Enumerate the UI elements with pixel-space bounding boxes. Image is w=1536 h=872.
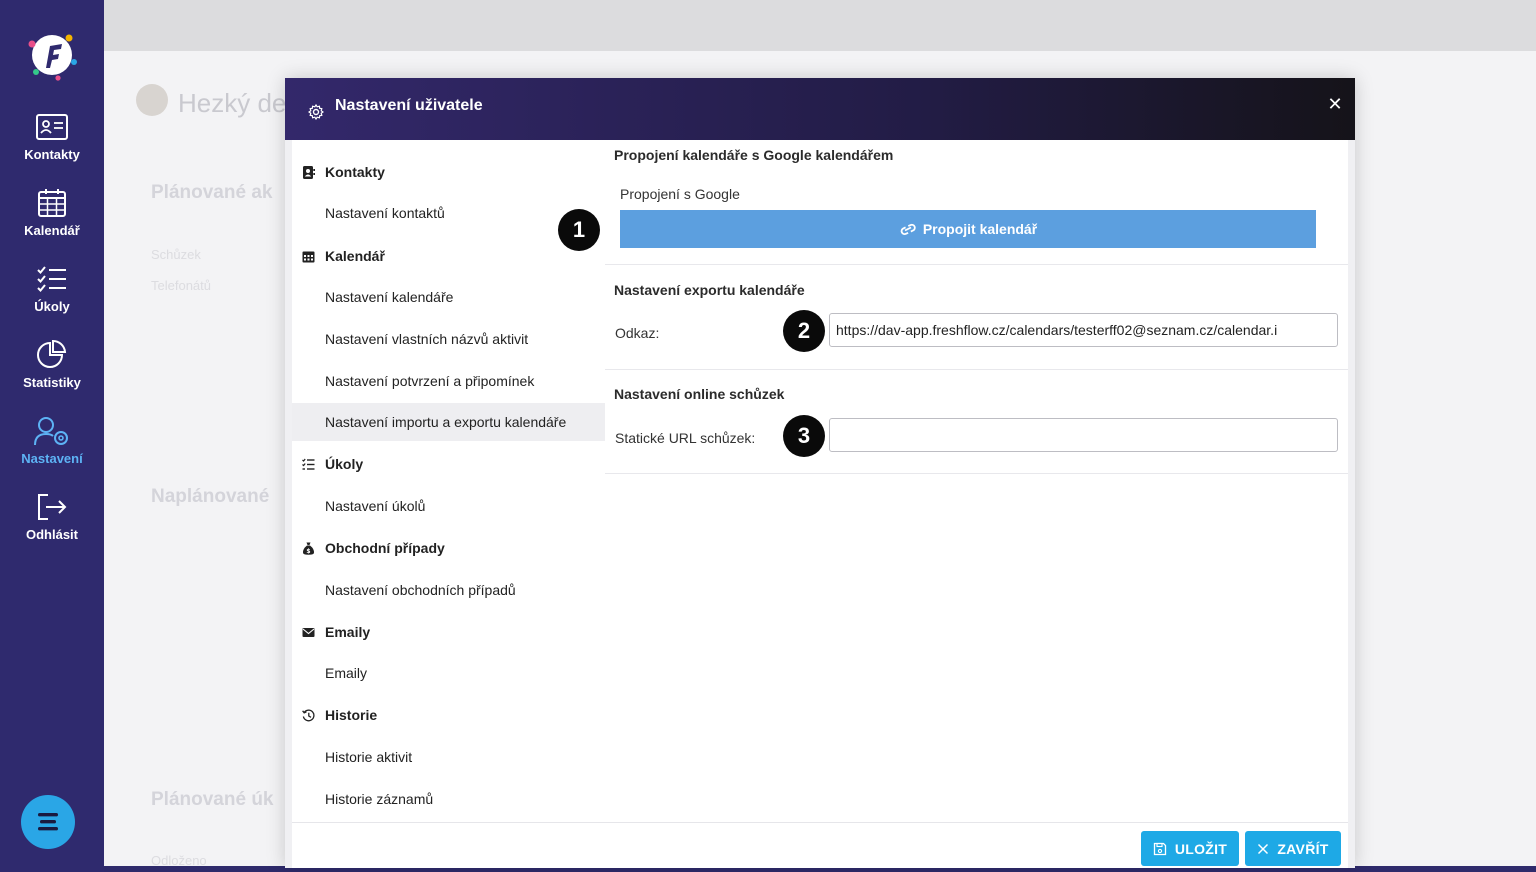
menu-section-deals: $ Obchodní případy (302, 538, 445, 558)
calls-row: Telefonátů (151, 278, 211, 293)
calendar-icon (302, 251, 315, 262)
modal-header: Nastavení uživatele ✕ (285, 78, 1355, 140)
avatar (136, 84, 168, 116)
menu-section-label: Kontakty (325, 164, 385, 180)
export-link-input[interactable] (829, 313, 1338, 347)
menu-item-confirmations-reminders[interactable]: Nastavení potvrzení a připomínek (292, 362, 605, 400)
menu-section-label: Emaily (325, 624, 371, 640)
app-sidebar: Kontakty Kalendář Úkoly Statistiky Nasta… (0, 0, 104, 872)
chat-button[interactable] (21, 795, 75, 849)
sidebar-item-label: Nastavení (21, 451, 83, 466)
modal-title: Nastavení uživatele (335, 97, 483, 114)
address-book-icon (303, 165, 315, 179)
menu-section-label: Historie (325, 707, 378, 723)
online-meetings-section-title: Nastavení online schůzek (614, 386, 785, 402)
menu-item-calendar-import-export[interactable]: Nastavení importu a exportu kalendáře (292, 403, 605, 441)
menu-item-record-history[interactable]: Historie záznamů (292, 780, 605, 818)
menu-item-calendar-settings[interactable]: Nastavení kalendáře (292, 278, 605, 316)
planned-activities-heading: Plánované ak (151, 182, 273, 203)
sidebar-item-calendar[interactable]: Kalendář (0, 188, 104, 238)
chat-menu-icon (38, 813, 58, 831)
export-link-label: Odkaz: (615, 325, 660, 341)
sidebar-item-tasks[interactable]: Úkoly (0, 264, 104, 314)
sidebar-item-label: Kalendář (24, 223, 80, 238)
sidebar-item-contacts[interactable]: Kontakty (0, 112, 104, 162)
calendar-icon (38, 189, 66, 217)
connect-calendar-button[interactable]: Propojit kalendář (620, 210, 1316, 248)
divider (605, 369, 1348, 370)
close-label: ZAVŘÍT (1277, 840, 1329, 857)
planned-tasks-heading: Plánované úk (151, 789, 274, 810)
connect-calendar-label: Propojit kalendář (922, 221, 1038, 237)
sidebar-item-logout[interactable]: Odhlásit (0, 492, 104, 542)
menu-section-label: Kalendář (325, 248, 385, 264)
sidebar-item-label: Úkoly (34, 299, 70, 314)
divider (605, 473, 1348, 474)
link-icon (900, 223, 916, 236)
money-bag-icon: $ (302, 542, 315, 555)
static-url-label: Statické URL schůzek: (615, 430, 756, 446)
svg-text:$: $ (306, 547, 310, 554)
settings-menu: Kontakty Nastavení kontaktů Kalendář Nas… (292, 140, 605, 822)
menu-section-contacts: Kontakty (302, 162, 385, 182)
floppy-disk-icon (1153, 842, 1166, 855)
sidebar-item-statistics[interactable]: Statistiky (0, 340, 104, 390)
logout-icon (38, 494, 67, 520)
greeting-text: Hezký de (178, 88, 287, 118)
sidebar-item-label: Statistiky (23, 375, 81, 390)
menu-item-activity-history[interactable]: Historie aktivit (292, 738, 605, 776)
menu-item-custom-activity-names[interactable]: Nastavení vlastních názvů aktivit (292, 320, 605, 358)
sidebar-item-label: Kontakty (24, 147, 80, 162)
gear-icon (308, 104, 324, 120)
contacts-card-icon (36, 114, 68, 140)
menu-item-deal-settings[interactable]: Nastavení obchodních případů (292, 571, 605, 609)
history-icon (302, 709, 315, 721)
envelope-icon (302, 627, 315, 637)
user-settings-icon (34, 417, 68, 446)
menu-section-tasks: Úkoly (302, 454, 363, 474)
menu-section-label: Úkoly (325, 456, 364, 472)
sidebar-item-settings[interactable]: Nastavení (0, 416, 104, 466)
menu-item-emails[interactable]: Emaily (292, 654, 605, 692)
google-connection-label: Propojení s Google (620, 186, 740, 202)
user-settings-modal: Nastavení uživatele ✕ Kontakty Nastavení… (285, 78, 1355, 868)
settings-content: Propojení kalendáře s Google kalendářem … (605, 140, 1348, 822)
export-section-title: Nastavení exportu kalendáře (614, 282, 805, 298)
scheduled-heading: Naplánované (151, 486, 270, 507)
close-icon (1258, 843, 1269, 854)
task-list-icon (302, 458, 315, 470)
task-list-icon (37, 266, 66, 292)
top-bar (104, 0, 1536, 51)
static-meeting-url-input[interactable] (829, 418, 1338, 452)
save-label: ULOŽIT (1174, 840, 1228, 857)
meetings-row: Schůzek (151, 247, 201, 262)
step-badge-2: 2 (783, 310, 825, 352)
close-button[interactable]: ZAVŘÍT (1245, 831, 1341, 866)
menu-section-calendar: Kalendář (302, 246, 385, 266)
modal-body: Kontakty Nastavení kontaktů Kalendář Nas… (285, 140, 1355, 868)
menu-section-emails: Emaily (302, 622, 370, 642)
step-badge-3: 3 (783, 415, 825, 457)
sidebar-item-label: Odhlásit (25, 527, 78, 542)
pie-chart-icon (37, 340, 67, 368)
freshflow-logo-icon[interactable] (22, 24, 82, 84)
google-section-title: Propojení kalendáře s Google kalendářem (614, 147, 894, 163)
divider (605, 264, 1348, 265)
menu-item-task-settings[interactable]: Nastavení úkolů (292, 487, 605, 525)
menu-section-history: Historie (302, 705, 377, 725)
modal-footer: ULOŽIT ZAVŘÍT (292, 822, 1348, 868)
step-badge-1: 1 (558, 209, 600, 251)
menu-section-label: Obchodní případy (325, 540, 445, 556)
close-icon[interactable]: ✕ (1325, 94, 1345, 114)
save-button[interactable]: ULOŽIT (1141, 831, 1239, 866)
